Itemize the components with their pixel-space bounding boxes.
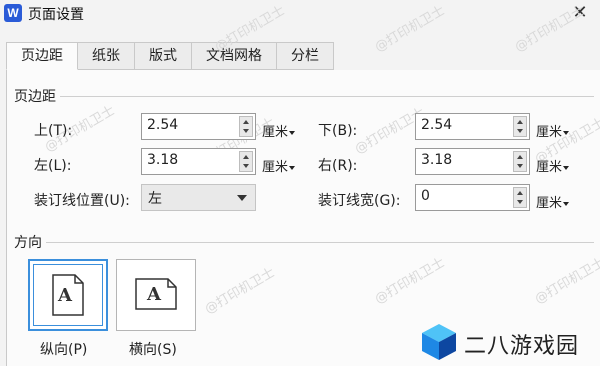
caret-down-icon bbox=[563, 165, 570, 170]
gutter-width-label: 装订线宽(G): bbox=[318, 193, 401, 209]
left-margin-value[interactable]: 3.18 bbox=[147, 152, 178, 168]
right-margin-spinner[interactable]: 3.18 bbox=[415, 148, 530, 175]
margins-section-title: 页边距 bbox=[14, 86, 60, 106]
right-margin-label: 右(R): bbox=[318, 158, 358, 174]
right-margin-unit-dropdown[interactable]: 厘米 bbox=[536, 156, 570, 175]
gutter-position-value: 左 bbox=[148, 191, 162, 207]
gutter-position-select[interactable]: 左 bbox=[141, 184, 256, 211]
spin-up-icon[interactable] bbox=[517, 191, 523, 195]
spinner-arrows[interactable] bbox=[239, 116, 253, 137]
portrait-letter-icon: A bbox=[58, 285, 72, 306]
spin-down-icon[interactable] bbox=[517, 200, 523, 204]
unit-label: 厘米 bbox=[536, 160, 563, 175]
bottom-margin-unit-dropdown[interactable]: 厘米 bbox=[536, 121, 570, 140]
unit-label: 厘米 bbox=[262, 160, 289, 175]
portrait-option[interactable]: A bbox=[28, 259, 108, 331]
bottom-margin-value[interactable]: 2.54 bbox=[421, 117, 452, 133]
spin-down-icon[interactable] bbox=[517, 164, 523, 168]
unit-label: 厘米 bbox=[536, 125, 563, 140]
right-margin-value[interactable]: 3.18 bbox=[421, 152, 452, 168]
caret-down-icon bbox=[563, 130, 570, 135]
landscape-letter-icon: A bbox=[147, 284, 161, 305]
tab-paper[interactable]: 纸张 bbox=[78, 42, 135, 70]
landscape-option[interactable]: A bbox=[116, 259, 196, 331]
wps-writer-icon: W bbox=[4, 4, 22, 22]
tab-margins[interactable]: 页边距 bbox=[6, 42, 78, 70]
spin-down-icon[interactable] bbox=[243, 164, 249, 168]
portrait-label[interactable]: 纵向(P) bbox=[40, 339, 87, 359]
spinner-arrows[interactable] bbox=[513, 116, 527, 137]
cube-logo-icon bbox=[422, 324, 456, 360]
unit-label: 厘米 bbox=[536, 196, 563, 211]
left-margin-spinner[interactable]: 3.18 bbox=[141, 148, 256, 175]
caret-down-icon bbox=[563, 201, 570, 206]
brand-text: 二八游戏园 bbox=[464, 334, 580, 359]
spin-up-icon[interactable] bbox=[517, 120, 523, 124]
gutter-width-spinner[interactable]: 0 bbox=[415, 184, 530, 211]
spin-down-icon[interactable] bbox=[243, 129, 249, 133]
spinner-arrows[interactable] bbox=[513, 151, 527, 172]
spin-up-icon[interactable] bbox=[243, 120, 249, 124]
tab-columns[interactable]: 分栏 bbox=[277, 42, 334, 70]
spin-up-icon[interactable] bbox=[243, 155, 249, 159]
dialog-title: 页面设置 bbox=[28, 7, 84, 23]
gutter-width-unit-dropdown[interactable]: 厘米 bbox=[536, 192, 570, 211]
close-button[interactable]: ✕ bbox=[570, 3, 590, 23]
section-divider bbox=[16, 242, 594, 243]
section-divider bbox=[16, 96, 594, 97]
top-margin-value[interactable]: 2.54 bbox=[147, 117, 178, 133]
bottom-margin-label: 下(B): bbox=[318, 123, 358, 139]
tab-layout[interactable]: 版式 bbox=[135, 42, 192, 70]
spinner-arrows[interactable] bbox=[239, 151, 253, 172]
top-margin-spinner[interactable]: 2.54 bbox=[141, 113, 256, 140]
landscape-label[interactable]: 横向(S) bbox=[129, 339, 177, 359]
title-bar: W 页面设置 ✕ bbox=[0, 0, 600, 26]
spin-up-icon[interactable] bbox=[517, 155, 523, 159]
caret-down-icon bbox=[289, 130, 296, 135]
spinner-arrows[interactable] bbox=[513, 187, 527, 208]
caret-down-icon bbox=[289, 165, 296, 170]
left-margin-label: 左(L): bbox=[34, 158, 72, 174]
spin-down-icon[interactable] bbox=[517, 129, 523, 133]
brand-logo: 二八游戏园 bbox=[420, 320, 590, 364]
orientation-section-title: 方向 bbox=[14, 232, 46, 252]
top-margin-unit-dropdown[interactable]: 厘米 bbox=[262, 121, 296, 140]
gutter-position-label: 装订线位置(U): bbox=[34, 193, 130, 209]
tab-bar: 页边距 纸张 版式 文档网格 分栏 bbox=[6, 42, 334, 70]
top-margin-label: 上(T): bbox=[34, 123, 73, 139]
unit-label: 厘米 bbox=[262, 125, 289, 140]
bottom-margin-spinner[interactable]: 2.54 bbox=[415, 113, 530, 140]
gutter-width-value[interactable]: 0 bbox=[421, 188, 430, 204]
chevron-down-icon bbox=[237, 195, 247, 201]
left-margin-unit-dropdown[interactable]: 厘米 bbox=[262, 156, 296, 175]
tab-document-grid[interactable]: 文档网格 bbox=[192, 42, 277, 70]
